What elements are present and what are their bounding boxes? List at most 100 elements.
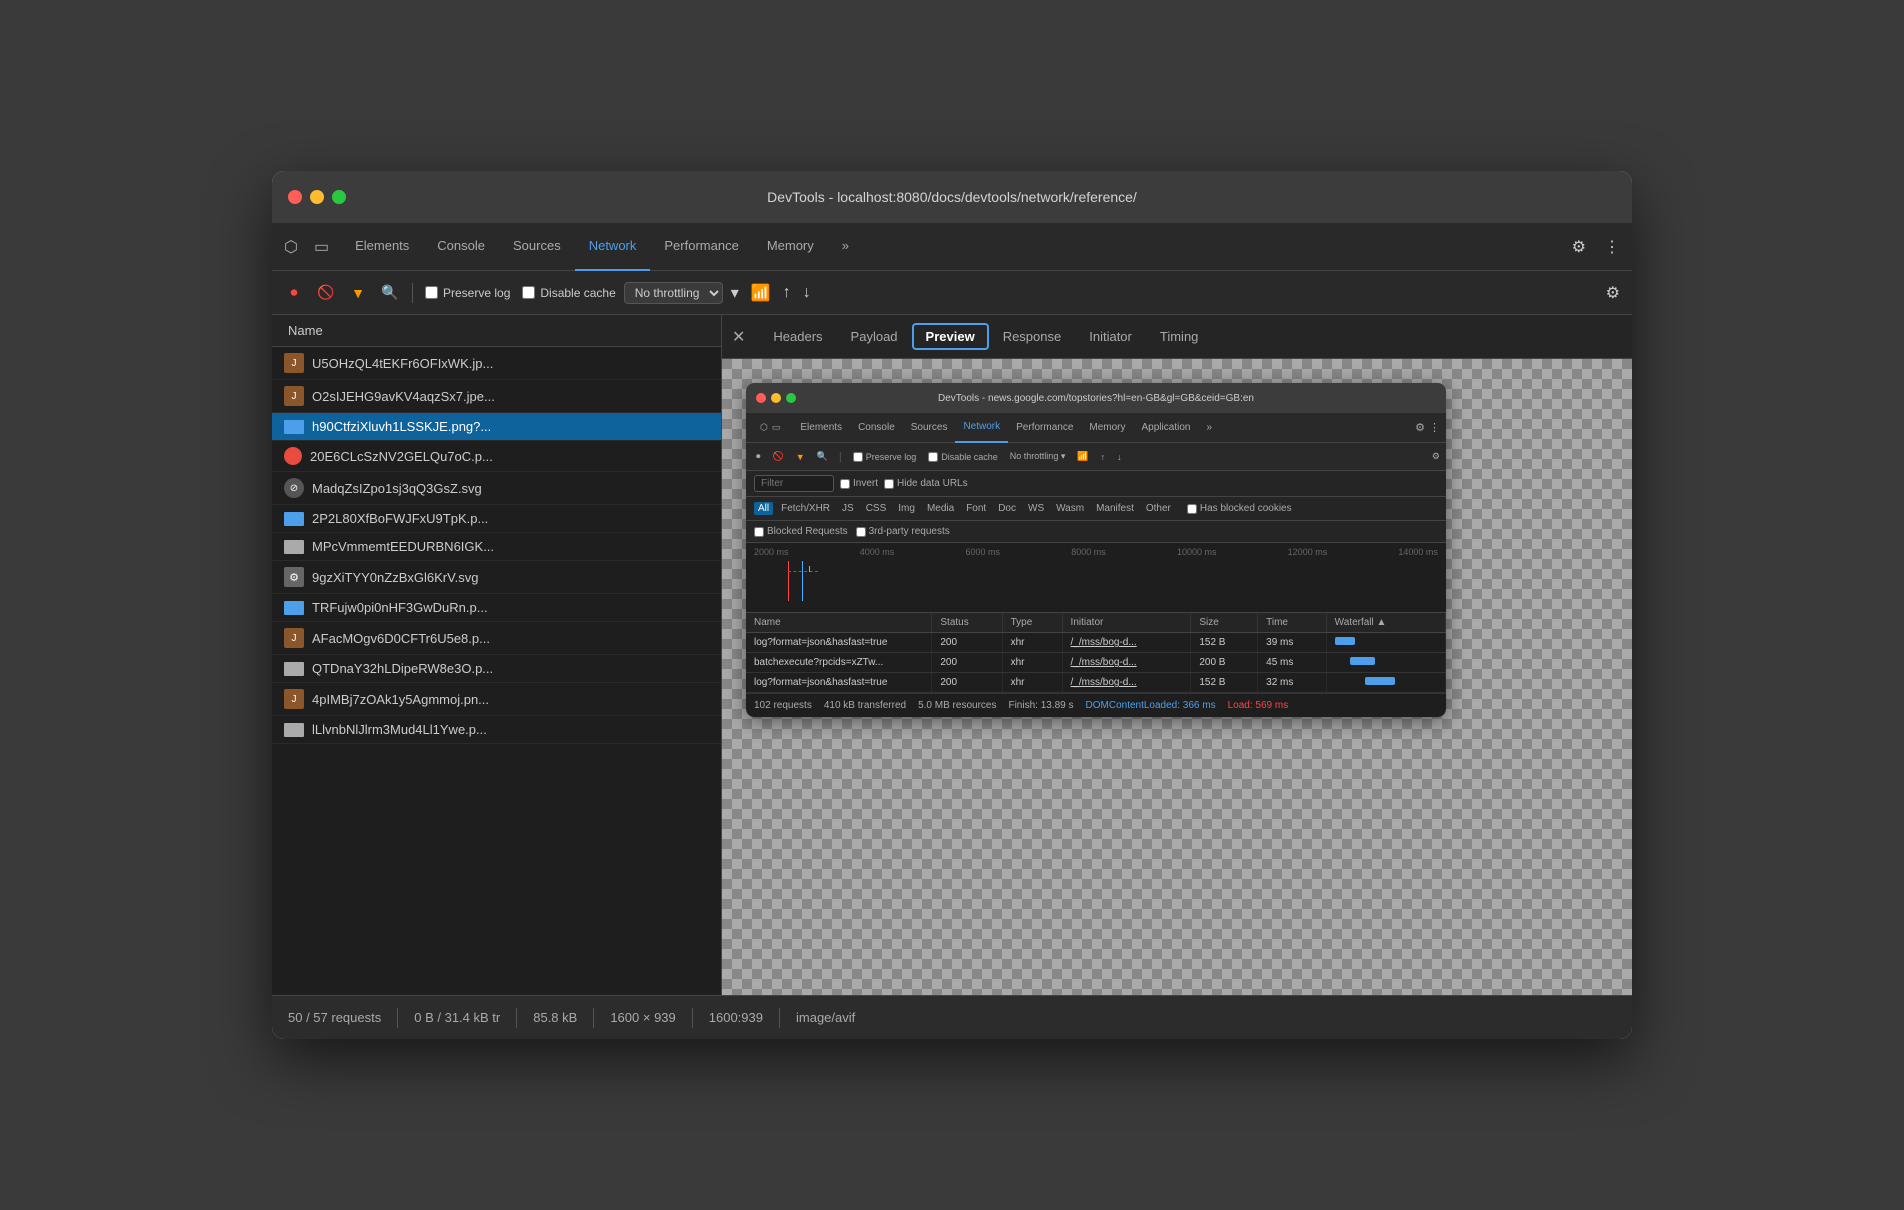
close-preview-icon[interactable]: ✕: [730, 325, 747, 349]
list-item[interactable]: TRFujw0pi0nHF3GwDuRn.p...: [272, 594, 721, 622]
tab-memory[interactable]: Memory: [753, 223, 828, 271]
download-icon[interactable]: ↓: [799, 282, 815, 304]
throttle-dropdown-icon[interactable]: ▾: [727, 281, 743, 305]
bottom-resolution: 1600:939: [709, 1010, 763, 1025]
inner-invert-label: Invert: [840, 478, 878, 489]
file-name: QTDnaY32hLDipeRW8e3O.p...: [312, 661, 493, 676]
filter-icon[interactable]: ▼: [344, 279, 372, 307]
preserve-log-checkbox[interactable]: [425, 286, 438, 299]
inner-tab-network: Network: [955, 413, 1008, 443]
inner-table-row: log?format=json&hasfast=true 200 xhr /_/…: [746, 633, 1446, 653]
tab-sources[interactable]: Sources: [499, 223, 575, 271]
search-icon[interactable]: 🔍: [376, 279, 404, 307]
list-item[interactable]: 20E6CLcSzNV2GELQu7oC.p...: [272, 441, 721, 472]
list-item[interactable]: J O2sIJEHG9avKV4aqzSx7.jpe...: [272, 380, 721, 413]
inner-type-manifest: Manifest: [1092, 502, 1138, 515]
sub-tab-response[interactable]: Response: [989, 315, 1076, 359]
cell-initiator: /_/mss/bog-d...: [1062, 653, 1191, 673]
inner-tab-bar: ⬡ ▭ Elements Console Sources Network Per…: [746, 413, 1446, 443]
sub-tab-headers[interactable]: Headers: [759, 315, 836, 359]
record-button[interactable]: ⏺: [280, 279, 308, 307]
network-settings-icon[interactable]: ⚙: [1602, 283, 1624, 304]
timeline-mark: 8000 ms: [1071, 547, 1106, 557]
disable-cache-checkbox[interactable]: [522, 286, 535, 299]
col-name: Name: [746, 613, 932, 633]
timeline-ruler: 2000 ms 4000 ms 6000 ms 8000 ms 10000 ms…: [754, 547, 1438, 557]
tab-network[interactable]: Network: [575, 223, 651, 271]
devtools-icons: ⬡ ▭: [280, 233, 333, 261]
tab-console[interactable]: Console: [423, 223, 499, 271]
inner-type-js: JS: [838, 502, 858, 515]
inner-transferred: 410 kB transferred: [824, 700, 906, 711]
timeline-mark: 14000 ms: [1398, 547, 1438, 557]
sub-tab-bar: ✕ Headers Payload Preview Response Initi…: [722, 315, 1632, 359]
list-item[interactable]: MPcVmmemtEEDURBN6IGK...: [272, 533, 721, 561]
cell-waterfall: [1326, 653, 1445, 673]
devtools-window: DevTools - localhost:8080/docs/devtools/…: [272, 171, 1632, 1039]
bottom-dimensions: 1600 × 939: [610, 1010, 675, 1025]
inner-filter: ▼: [792, 450, 809, 464]
inner-checkbox-row: Blocked Requests 3rd-party requests: [746, 521, 1446, 543]
list-item[interactable]: J AFacMOgv6D0CFTr6U5e8.p...: [272, 622, 721, 655]
clear-button[interactable]: 🚫: [312, 279, 340, 307]
cursor-icon[interactable]: ⬡: [280, 233, 302, 261]
inner-window-title: DevTools - news.google.com/topstories?hl…: [938, 393, 1254, 404]
inner-third-party: 3rd-party requests: [856, 526, 950, 537]
close-button[interactable]: [288, 190, 302, 204]
sub-tab-timing[interactable]: Timing: [1146, 315, 1213, 359]
col-size: Size: [1191, 613, 1258, 633]
inner-tab-application: Application: [1134, 413, 1199, 443]
disable-cache-label[interactable]: Disable cache: [522, 286, 615, 300]
timeline-mark: 2000 ms: [754, 547, 789, 557]
maximize-button[interactable]: [332, 190, 346, 204]
file-name: MadqZsIZpo1sj3qQ3GsZ.svg: [312, 481, 482, 496]
sub-tab-payload[interactable]: Payload: [837, 315, 912, 359]
inner-type-img: Img: [894, 502, 919, 515]
inner-requests-count: 102 requests: [754, 700, 812, 711]
tab-performance[interactable]: Performance: [650, 223, 752, 271]
sub-tab-initiator[interactable]: Initiator: [1075, 315, 1146, 359]
cell-initiator: /_/mss/bog-d...: [1062, 633, 1191, 653]
list-item[interactable]: 2P2L80XfBoFWJFxU9TpK.p...: [272, 505, 721, 533]
inner-finish: Finish: 13.89 s: [1008, 700, 1073, 711]
timeline-load-line: [802, 561, 803, 601]
settings-icon[interactable]: ⚙: [1568, 235, 1590, 259]
list-item[interactable]: J U5OHzQL4tEKFr6OFIxWK.jp...: [272, 347, 721, 380]
inner-close: [756, 393, 766, 403]
inner-tab-more: »: [1198, 413, 1220, 443]
inner-tab-elements: Elements: [792, 413, 850, 443]
inner-search: 🔍: [813, 449, 832, 464]
bottom-transferred: 0 B / 31.4 kB tr: [414, 1010, 500, 1025]
more-options-icon[interactable]: ⋮: [1600, 235, 1624, 259]
file-name: 9gzXiTYY0nZzBxGl6KrV.svg: [312, 570, 478, 585]
throttle-select[interactable]: No throttling: [624, 282, 723, 304]
inner-devtools-screenshot: DevTools - news.google.com/topstories?hl…: [746, 383, 1446, 717]
sub-tab-preview-active[interactable]: Preview: [912, 323, 989, 350]
list-item[interactable]: lLlvnbNlJlrm3Mud4Ll1Ywe.p...: [272, 716, 721, 744]
list-item[interactable]: J 4pIMBj7zOAk1y5Agmmoj.pn...: [272, 683, 721, 716]
title-bar: DevTools - localhost:8080/docs/devtools/…: [272, 171, 1632, 223]
preview-area: DevTools - news.google.com/topstories?hl…: [722, 359, 1632, 995]
inner-clear: 🚫: [769, 449, 788, 464]
list-item[interactable]: ⚙ 9gzXiTYY0nZzBxGl6KrV.svg: [272, 561, 721, 594]
cell-waterfall: [1326, 673, 1445, 693]
list-item[interactable]: QTDnaY32hLDipeRW8e3O.p...: [272, 655, 721, 683]
separator-1: [412, 283, 413, 303]
preview-panel: ✕ Headers Payload Preview Response Initi…: [722, 315, 1632, 995]
file-icon-svg: ⊘: [284, 478, 304, 498]
file-icon-jpg: J: [284, 689, 304, 709]
device-icon[interactable]: ▭: [310, 233, 333, 261]
list-item[interactable]: ⊘ MadqZsIZpo1sj3qQ3GsZ.svg: [272, 472, 721, 505]
tab-more[interactable]: »: [828, 223, 863, 271]
tab-elements[interactable]: Elements: [341, 223, 423, 271]
list-item-selected[interactable]: h90CtfziXluvh1LSSKJE.png?...: [272, 413, 721, 441]
file-icon-gear: ⚙: [284, 567, 304, 587]
inner-tab-icons: ⬡ ▭: [752, 413, 788, 443]
preserve-log-label[interactable]: Preserve log: [425, 286, 510, 300]
minimize-button[interactable]: [310, 190, 324, 204]
cell-size: 200 B: [1191, 653, 1258, 673]
file-name: O2sIJEHG9avKV4aqzSx7.jpe...: [312, 389, 495, 404]
inner-type-other: Other: [1142, 502, 1175, 515]
wifi-icon[interactable]: 📶: [747, 281, 775, 305]
upload-icon[interactable]: ↑: [779, 282, 795, 304]
